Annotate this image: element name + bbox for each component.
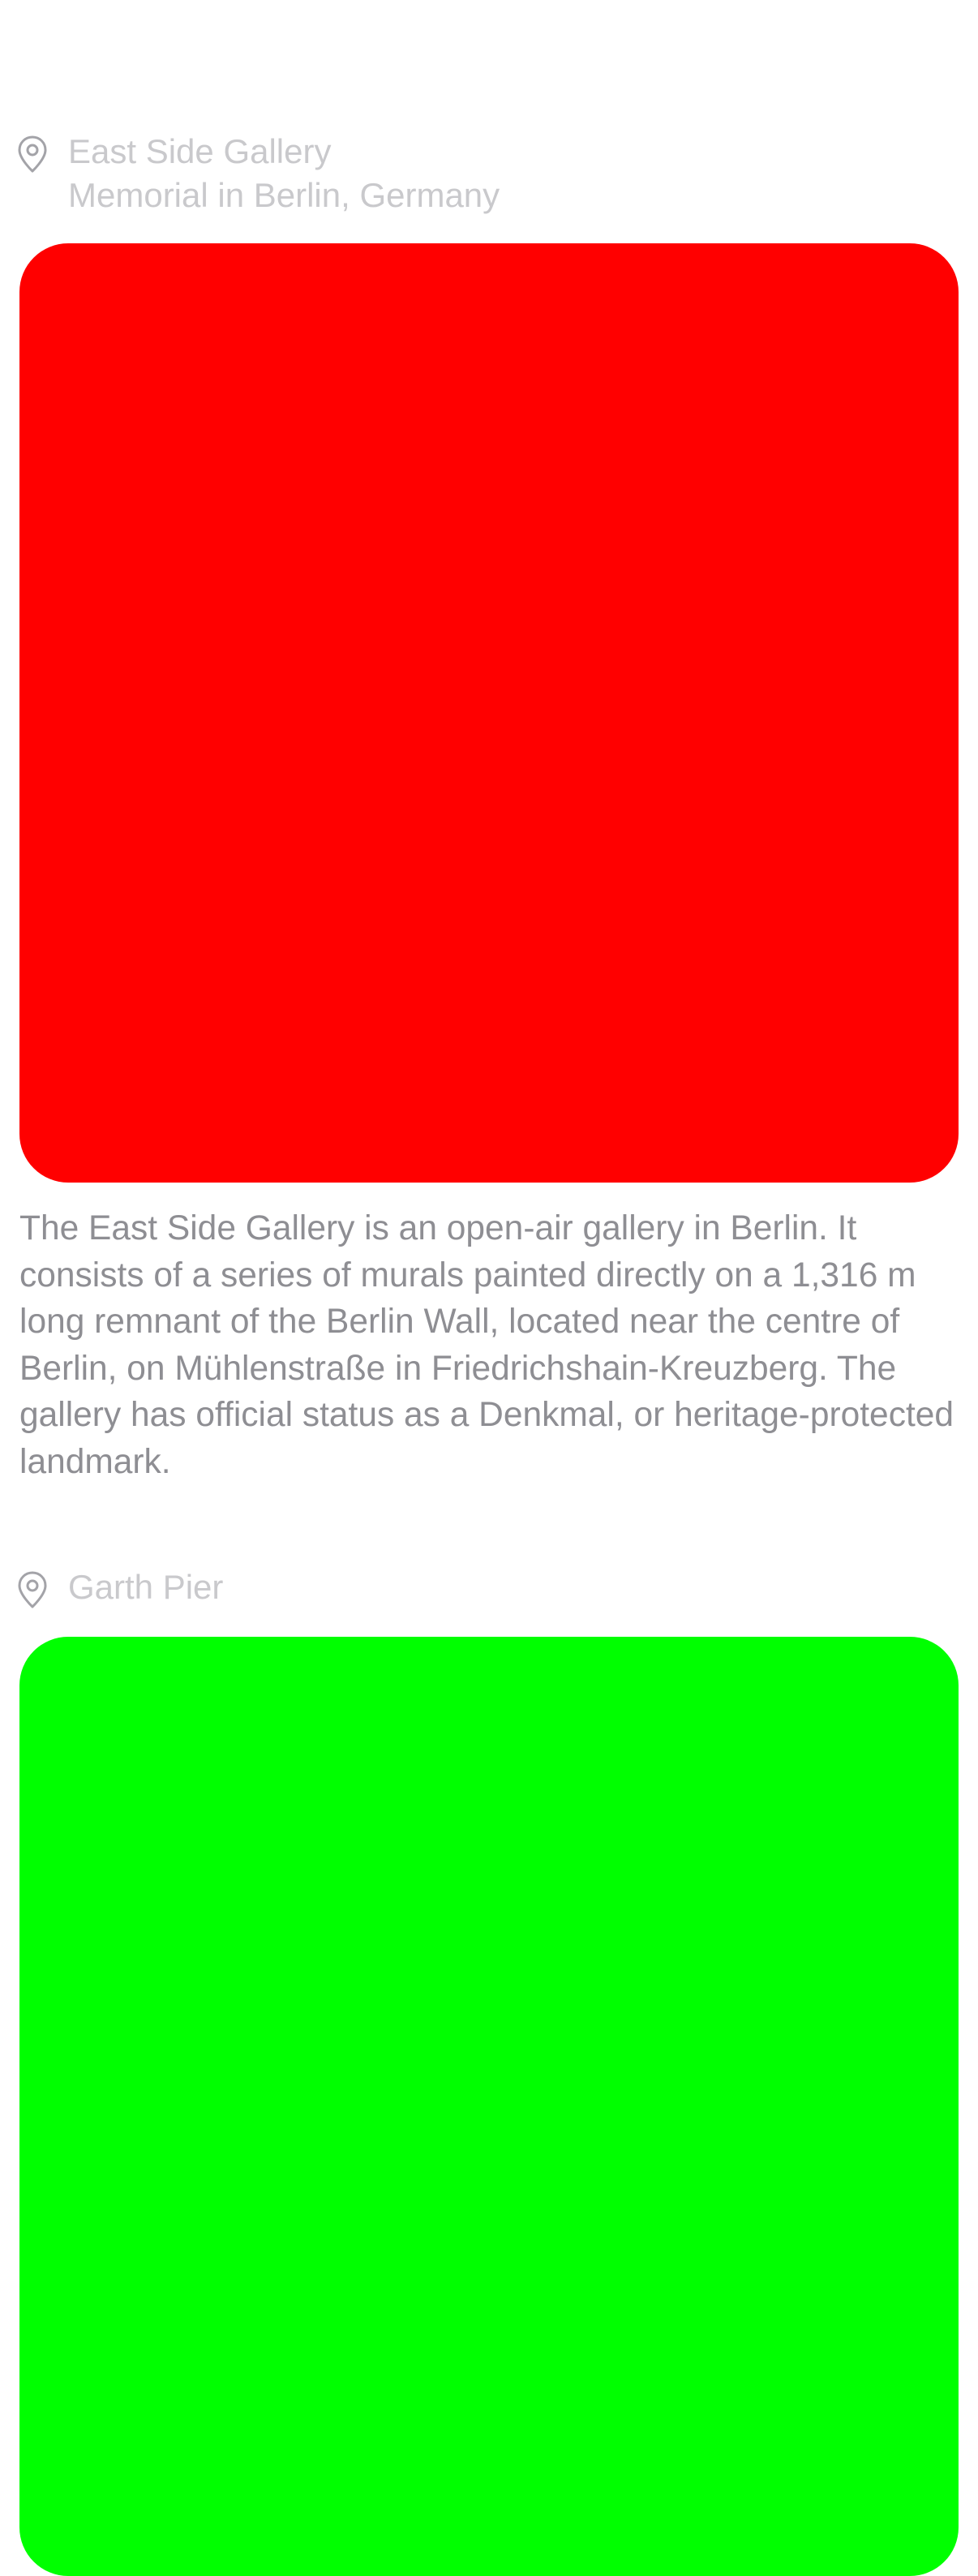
location-pin-icon [18, 135, 47, 173]
location-row[interactable]: Garth Pier [0, 1565, 978, 1609]
location-subtitle: Memorial in Berlin, Germany [68, 176, 500, 214]
post-photo[interactable] [19, 1637, 959, 2576]
post-description: The East Side Gallery is an open-air gal… [19, 1209, 954, 1481]
location-row[interactable]: East Side Gallery Memorial in Berlin, Ge… [0, 130, 978, 217]
location-title: Garth Pier [68, 1568, 224, 1606]
location-title: East Side Gallery [68, 132, 332, 170]
post-photo[interactable] [19, 243, 959, 1183]
post-card: Garth Pier [0, 1565, 978, 2576]
post-card: East Side Gallery Memorial in Berlin, Ge… [0, 130, 978, 1481]
location-pin-icon [18, 1571, 47, 1608]
